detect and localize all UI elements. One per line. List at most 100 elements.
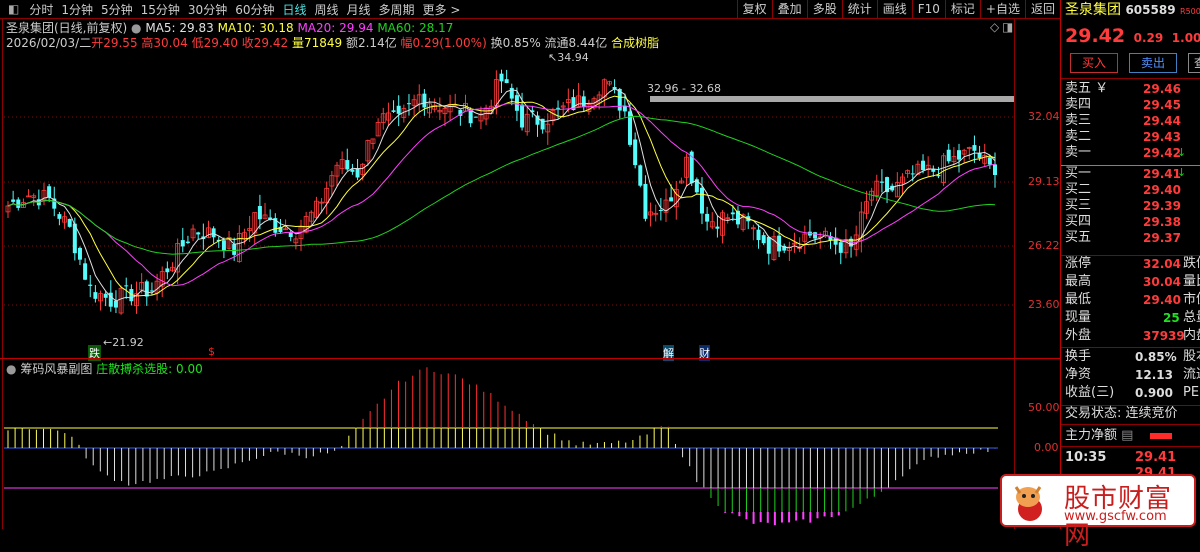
candle [993,164,997,176]
candle [658,210,663,212]
list-icon[interactable]: ▤ [1121,428,1133,443]
quote-row: 买四 29.38 [1065,214,1181,229]
indicator-value: 庄散搏杀选股: 0.00 [96,362,203,376]
quote-row: 买五 29.37 [1065,230,1181,245]
candle [355,168,360,178]
quote-row: 卖二 29.43 [1065,129,1181,144]
candle [638,165,643,186]
candle [520,104,525,128]
candle [921,160,926,171]
watermark-url: www.gscfw.com [1064,509,1167,524]
candle [211,228,216,238]
stock-code: 605589 [1125,3,1176,17]
candle [232,244,237,255]
query-button[interactable]: 查 [1188,53,1200,73]
quote-row: 卖五 ￥ 29.46 [1065,81,1181,96]
down-arrow-icon: ↓ [1177,146,1187,159]
low-annotation: ←21.92 [103,336,144,349]
ma5-line [7,88,996,302]
candle [57,214,62,219]
quote-row: 买三 29.39 [1065,198,1181,213]
candle [196,232,201,235]
range-band [650,96,1014,102]
toolbar-button[interactable]: 返回 [1024,0,1060,19]
ma20-line [7,102,996,287]
y-tick: 32.04 [1028,110,1060,123]
candle [957,150,962,160]
candle [756,229,761,241]
candle [504,79,509,84]
candle [221,240,226,251]
candle [766,236,771,254]
sub-chart-header: ● 筹码风暴副图 庄散搏杀选股: 0.00 [6,360,203,377]
candle [473,116,478,118]
candle [761,235,766,244]
y-tick: 0.00 [1034,441,1059,454]
candle [103,293,108,298]
tag: R500 [1180,7,1200,16]
quote-row: 换手0.85%股本 [1065,349,1200,364]
quote-row: 卖一 29.42 [1065,145,1181,160]
candle [514,95,519,111]
quote-row: 最高30.04量比 [1065,274,1200,289]
candle [581,96,586,107]
candle [113,300,118,308]
kline-chart[interactable] [0,0,1014,529]
quote-row: 卖四 29.45 [1065,97,1181,112]
candle [93,292,98,299]
candle [705,213,710,222]
candle [946,149,951,162]
candle [257,206,262,220]
candle [144,281,149,297]
candle [813,232,818,239]
watermark-logo: 股市财富网 www.gscfw.com [1000,474,1196,551]
last-price: 29.42 [1065,25,1126,47]
quote-row: 最低29.40市值 [1065,292,1200,307]
high-annotation: ↖34.94 [548,51,589,64]
quote-row: 买二 29.40 [1065,182,1181,197]
candle [633,139,638,166]
candle [185,241,190,243]
quote-row: 外盘37939内盘 [1065,328,1200,343]
quote-row: 净资12.13流通 [1065,367,1200,382]
candle [622,106,627,112]
candle [406,103,411,105]
candle [730,212,735,215]
y-tick: 26.22 [1028,239,1060,252]
collapse-icon[interactable]: ● [6,362,16,376]
candle [556,107,561,109]
candle [124,285,129,287]
price-pct: 1.00% [1171,31,1200,45]
quote-row: 买一 29.41 [1065,166,1181,181]
candle [67,218,72,227]
candle [11,199,16,202]
tick-row: 10:35 29.41 [1065,450,1177,465]
trade-status: 交易状态: 连续竞价 [1065,406,1178,421]
range-annotation: 32.96 - 32.68 [647,82,721,95]
sub-chart-title[interactable]: 筹码风暴副图 [20,362,92,376]
main-net-row: 主力净额 ▤ [1065,428,1172,444]
candle [987,157,992,165]
marker-dollar[interactable]: $ [208,345,215,358]
candle [47,186,52,198]
candle [180,240,185,247]
y-tick: 50.00 [1028,401,1060,414]
candle [350,169,355,172]
candle [643,183,648,219]
quote-panel: 圣泉集团 605589 R500 29.42 0.29 1.00% 买入 卖出 … [1060,0,1200,529]
candle [879,181,884,183]
candle [715,226,720,229]
quote-row: 卖三 29.44 [1065,113,1181,128]
y-tick: 29.13 [1028,175,1060,188]
candle [16,199,21,208]
sell-button[interactable]: 卖出 [1129,53,1177,73]
candle [165,268,170,273]
ma60-line [7,115,996,255]
candle [396,105,401,114]
bull-logo-icon [1014,486,1042,521]
buy-button[interactable]: 买入 [1070,53,1118,73]
candle [910,173,915,175]
candle [699,187,704,214]
candle [422,93,427,108]
candle [972,145,977,151]
